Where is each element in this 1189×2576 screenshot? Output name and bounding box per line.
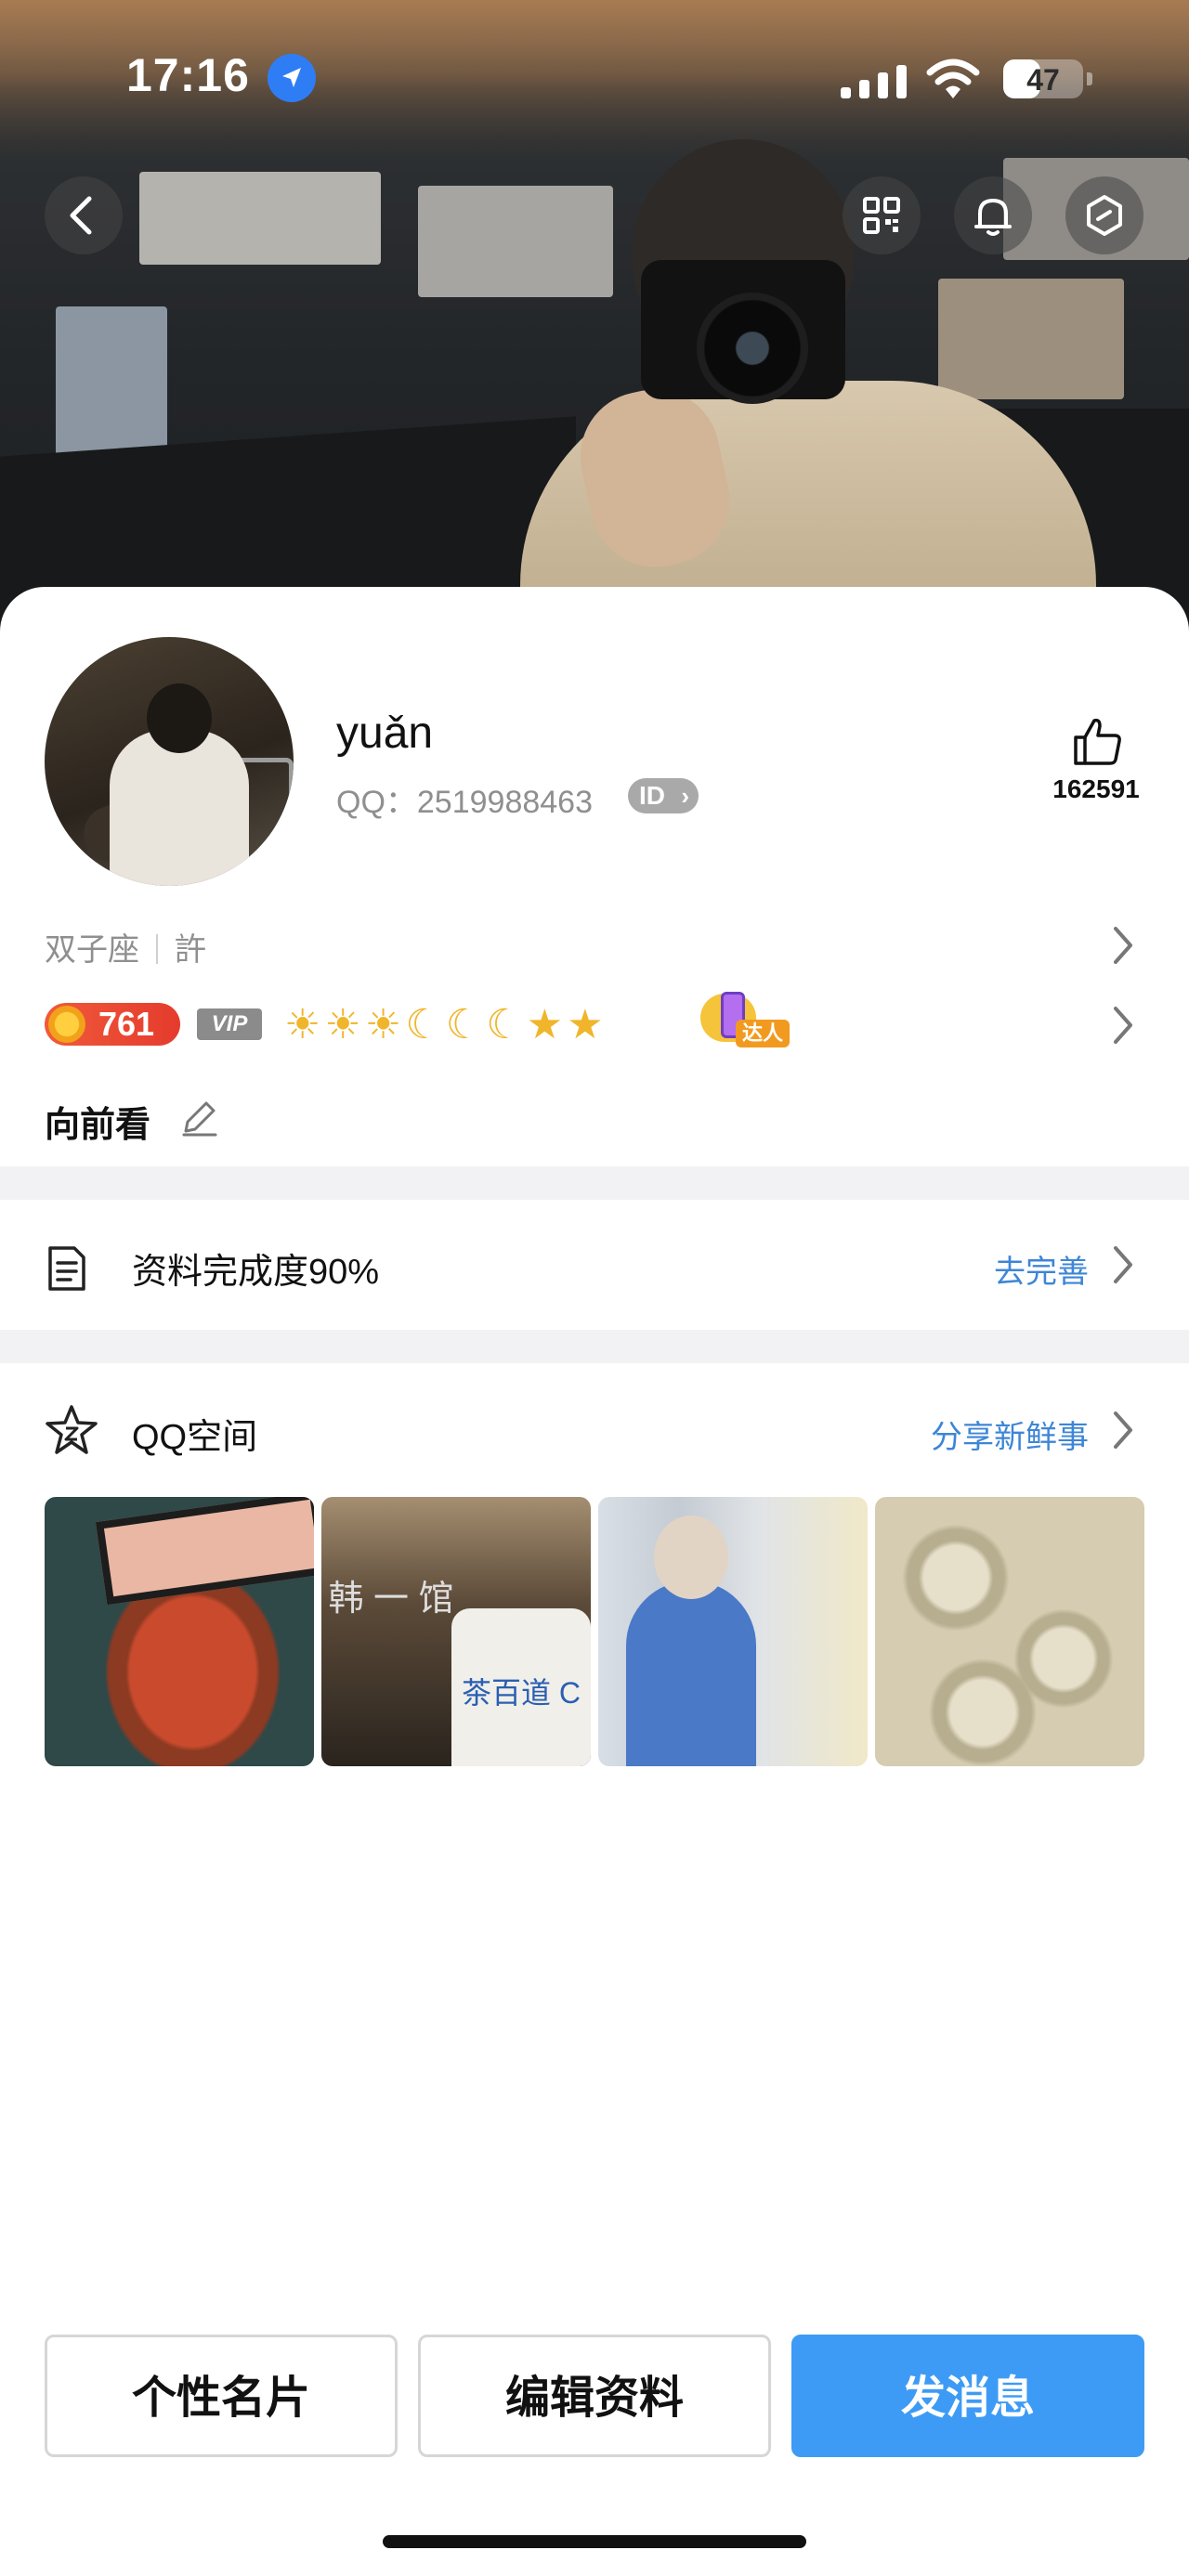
send-message-button[interactable]: 发消息 <box>791 2335 1144 2457</box>
avatar[interactable] <box>45 637 294 886</box>
cup-text: 茶百道 C <box>461 1676 581 1710</box>
settings-button[interactable] <box>1065 176 1143 254</box>
edit-profile-button[interactable]: 编辑资料 <box>418 2335 771 2457</box>
hexagon-settings-icon <box>1087 195 1122 236</box>
person-head <box>654 1516 728 1599</box>
like-count: 162591 <box>1052 774 1140 803</box>
qzone-photo-strip: 韩 一 馆 茶百道 C <box>45 1497 1144 1766</box>
vip-badge: VIP <box>197 1008 262 1040</box>
battery-nub <box>1087 72 1092 85</box>
qq-number: QQ：2519988463 <box>336 785 593 820</box>
chevron-right-icon: › <box>681 782 689 810</box>
house <box>139 172 381 265</box>
id-badge-label: ID <box>639 781 665 810</box>
avatar-body <box>110 730 249 886</box>
completion-label: 资料完成度90% <box>132 1253 380 1292</box>
thumbs-up-icon[interactable] <box>1068 715 1124 767</box>
profile-tags[interactable]: 双子座許 <box>45 924 206 969</box>
tag-separator <box>156 934 158 964</box>
photo-bbq[interactable] <box>45 1497 314 1766</box>
avatar-head <box>147 683 212 753</box>
share-news-link[interactable]: 分享新鲜事 <box>931 1412 1089 1457</box>
battery-icon: 47 <box>1003 59 1092 98</box>
shop-sign-text: 韩 一 馆 <box>328 1580 454 1619</box>
tag-surname: 許 <box>175 932 206 968</box>
cellular-signal-icon <box>841 65 907 98</box>
home-indicator[interactable] <box>383 2535 806 2548</box>
signature: 向前看 <box>45 1106 151 1145</box>
pencil-edit-icon[interactable] <box>178 1096 221 1138</box>
photo-supermarket-selfie[interactable] <box>598 1497 868 1766</box>
daren-label: 达人 <box>736 1020 790 1047</box>
coin-icon <box>48 1006 85 1043</box>
meat-tray <box>95 1497 314 1606</box>
daren-badge: 达人 <box>700 992 790 1049</box>
bell-icon <box>974 199 1012 236</box>
qzone-label: QQ空间 <box>132 1418 258 1457</box>
section-divider <box>0 1330 1189 1363</box>
level-badges-row[interactable]: 761 VIP ☀☀☀☾☾☾★★ 达人 <box>45 992 1150 1051</box>
complete-profile-link[interactable]: 去完善 <box>994 1246 1089 1292</box>
battery-percent: 47 <box>1026 63 1060 97</box>
tag-zodiac: 双子座 <box>45 932 139 968</box>
status-time: 17:16 <box>126 49 250 101</box>
qq-level-icons: ☀☀☀☾☾☾★★ <box>284 1002 608 1047</box>
back-button[interactable] <box>45 176 123 254</box>
document-icon <box>48 1246 85 1291</box>
star-zone-icon <box>46 1405 98 1454</box>
photo-pistachios[interactable] <box>875 1497 1144 1766</box>
qzone-row[interactable]: QQ空间 分享新鲜事 <box>0 1365 1189 1495</box>
profile-name: yuǎn <box>336 709 434 758</box>
chevron-right-icon <box>1114 1412 1132 1449</box>
photo-restaurant-drink[interactable]: 韩 一 馆 茶百道 C <box>321 1497 591 1766</box>
personal-card-button[interactable]: 个性名片 <box>45 2335 398 2457</box>
person-sweater <box>626 1581 756 1766</box>
camera-lens <box>697 293 808 404</box>
section-divider <box>0 1166 1189 1200</box>
profile-completion-row[interactable]: 资料完成度90% 去完善 <box>0 1200 1189 1330</box>
chevron-right-icon[interactable] <box>1111 1005 1135 1046</box>
chevron-left-icon <box>70 196 92 235</box>
coin-value: 761 <box>98 1005 155 1043</box>
location-arrow-icon <box>268 54 316 102</box>
status-bar: 17:16 47 <box>0 48 1189 113</box>
qr-code-button[interactable] <box>843 176 921 254</box>
wifi-icon <box>926 59 980 98</box>
coin-badge: 761 <box>45 1003 180 1046</box>
notification-button[interactable] <box>954 176 1032 254</box>
id-badge[interactable]: ID › <box>628 778 699 813</box>
qr-code-icon <box>863 197 900 234</box>
chevron-right-icon <box>1114 1246 1132 1283</box>
chevron-right-icon[interactable] <box>1111 925 1135 966</box>
